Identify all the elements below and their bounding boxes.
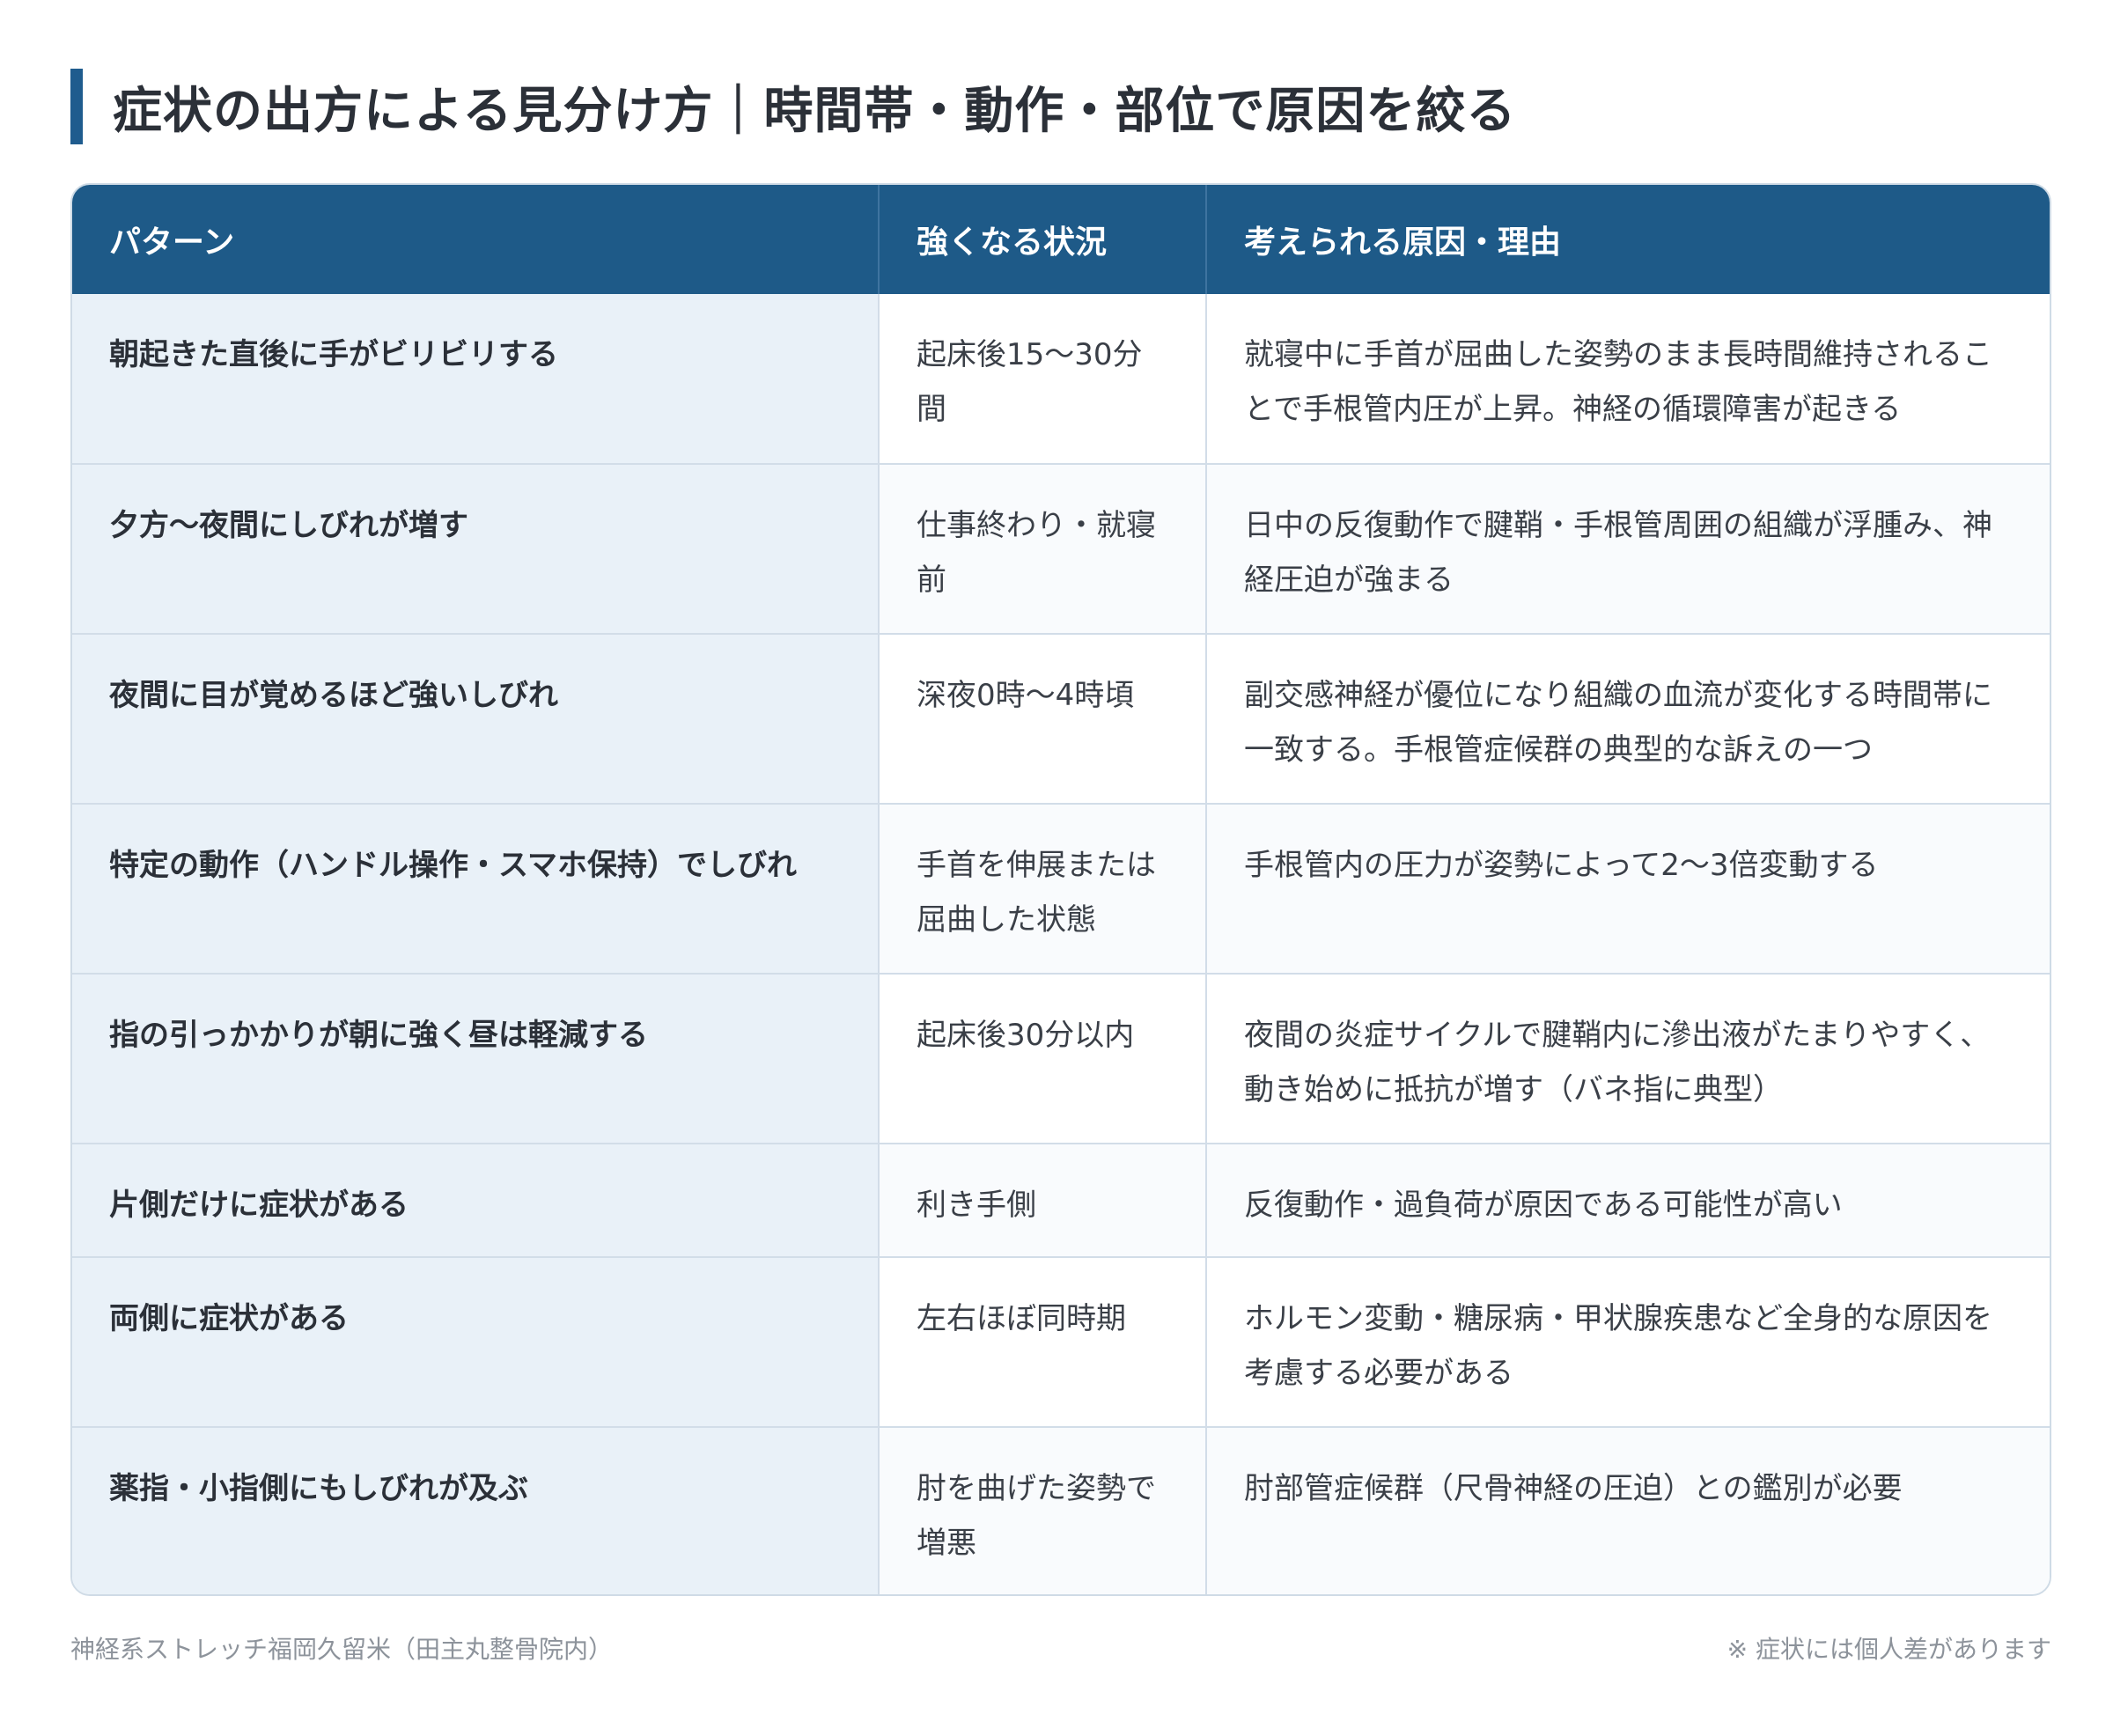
page-title-block: 症状の出方による見分け方｜時間帯・動作・部位で原因を絞る [70,69,1516,144]
cell-situation: 肘を曲げた姿勢で増悪 [879,1426,1207,1594]
cell-pattern: 薬指・小指側にもしびれが及ぶ [72,1426,880,1594]
table-row: 夕方〜夜間にしびれが増す 仕事終わり・就寝前 日中の反復動作で腱鞘・手根管周囲の… [72,463,2050,634]
header-pattern: パターン [72,185,880,294]
cell-cause: 副交感神経が優位になり組織の血流が変化する時間帯に一致する。手根管症候群の典型的… [1206,633,2050,804]
cell-situation: 仕事終わり・就寝前 [879,463,1207,634]
table-row: 朝起きた直後に手がビリビリする 起床後15〜30分間 就寝中に手首が屈曲した姿勢… [72,294,2050,464]
table-row: 片側だけに症状がある 利き手側 反復動作・過負荷が原因である可能性が高い [72,1143,2050,1257]
cell-pattern: 夕方〜夜間にしびれが増す [72,463,880,634]
cell-situation: 利き手側 [879,1143,1207,1257]
cell-cause: 手根管内の圧力が姿勢によって2〜3倍変動する [1206,803,2050,974]
table-row: 特定の動作（ハンドル操作・スマホ保持）でしびれ 手首を伸展または屈曲した状態 手… [72,803,2050,974]
table-row: 両側に症状がある 左右ほぼ同時期 ホルモン変動・糖尿病・甲状腺疾患など全身的な原… [72,1256,2050,1427]
cell-cause: 反復動作・過負荷が原因である可能性が高い [1206,1143,2050,1257]
cell-cause: ホルモン変動・糖尿病・甲状腺疾患など全身的な原因を考慮する必要がある [1206,1256,2050,1427]
footer-source: 神経系ストレッチ福岡久留米（田主丸整骨院内） [70,1635,614,1664]
symptom-table-card: パターン 強くなる状況 考えられる原因・理由 朝起きた直後に手がビリビリする 起… [70,183,2051,1596]
cell-situation: 起床後15〜30分間 [879,294,1207,464]
symptom-table: パターン 強くなる状況 考えられる原因・理由 朝起きた直後に手がビリビリする 起… [72,185,2050,1594]
cell-situation: 手首を伸展または屈曲した状態 [879,803,1207,974]
page-title: 症状の出方による見分け方｜時間帯・動作・部位で原因を絞る [113,82,1517,140]
header-situation: 強くなる状況 [879,185,1207,294]
cell-situation: 深夜0時〜4時頃 [879,633,1207,804]
cell-situation: 左右ほぼ同時期 [879,1256,1207,1427]
cell-cause: 肘部管症候群（尺骨神経の圧迫）との鑑別が必要 [1206,1426,2050,1594]
cell-pattern: 指の引っかかりが朝に強く昼は軽減する [72,973,880,1144]
cell-pattern: 片側だけに症状がある [72,1143,880,1257]
cell-pattern: 両側に症状がある [72,1256,880,1427]
cell-cause: 日中の反復動作で腱鞘・手根管周囲の組織が浮腫み、神経圧迫が強まる [1206,463,2050,634]
cell-situation: 起床後30分以内 [879,973,1207,1144]
title-accent-bar [70,69,83,144]
table-row: 指の引っかかりが朝に強く昼は軽減する 起床後30分以内 夜間の炎症サイクルで腱鞘… [72,973,2050,1144]
cell-pattern: 夜間に目が覚めるほど強いしびれ [72,633,880,804]
cell-cause: 夜間の炎症サイクルで腱鞘内に滲出液がたまりやすく、動き始めに抵抗が増す（バネ指に… [1206,973,2050,1144]
table-row: 薬指・小指側にもしびれが及ぶ 肘を曲げた姿勢で増悪 肘部管症候群（尺骨神経の圧迫… [72,1426,2050,1594]
table-row: 夜間に目が覚めるほど強いしびれ 深夜0時〜4時頃 副交感神経が優位になり組織の血… [72,633,2050,804]
cell-pattern: 特定の動作（ハンドル操作・スマホ保持）でしびれ [72,803,880,974]
cell-cause: 就寝中に手首が屈曲した姿勢のまま長時間維持されることで手根管内圧が上昇。神経の循… [1206,294,2050,464]
header-cause: 考えられる原因・理由 [1206,185,2050,294]
table-header-row: パターン 強くなる状況 考えられる原因・理由 [72,185,2050,294]
cell-pattern: 朝起きた直後に手がビリビリする [72,294,880,464]
footer-note: ※ 症状には個人差があります [1726,1635,2051,1664]
